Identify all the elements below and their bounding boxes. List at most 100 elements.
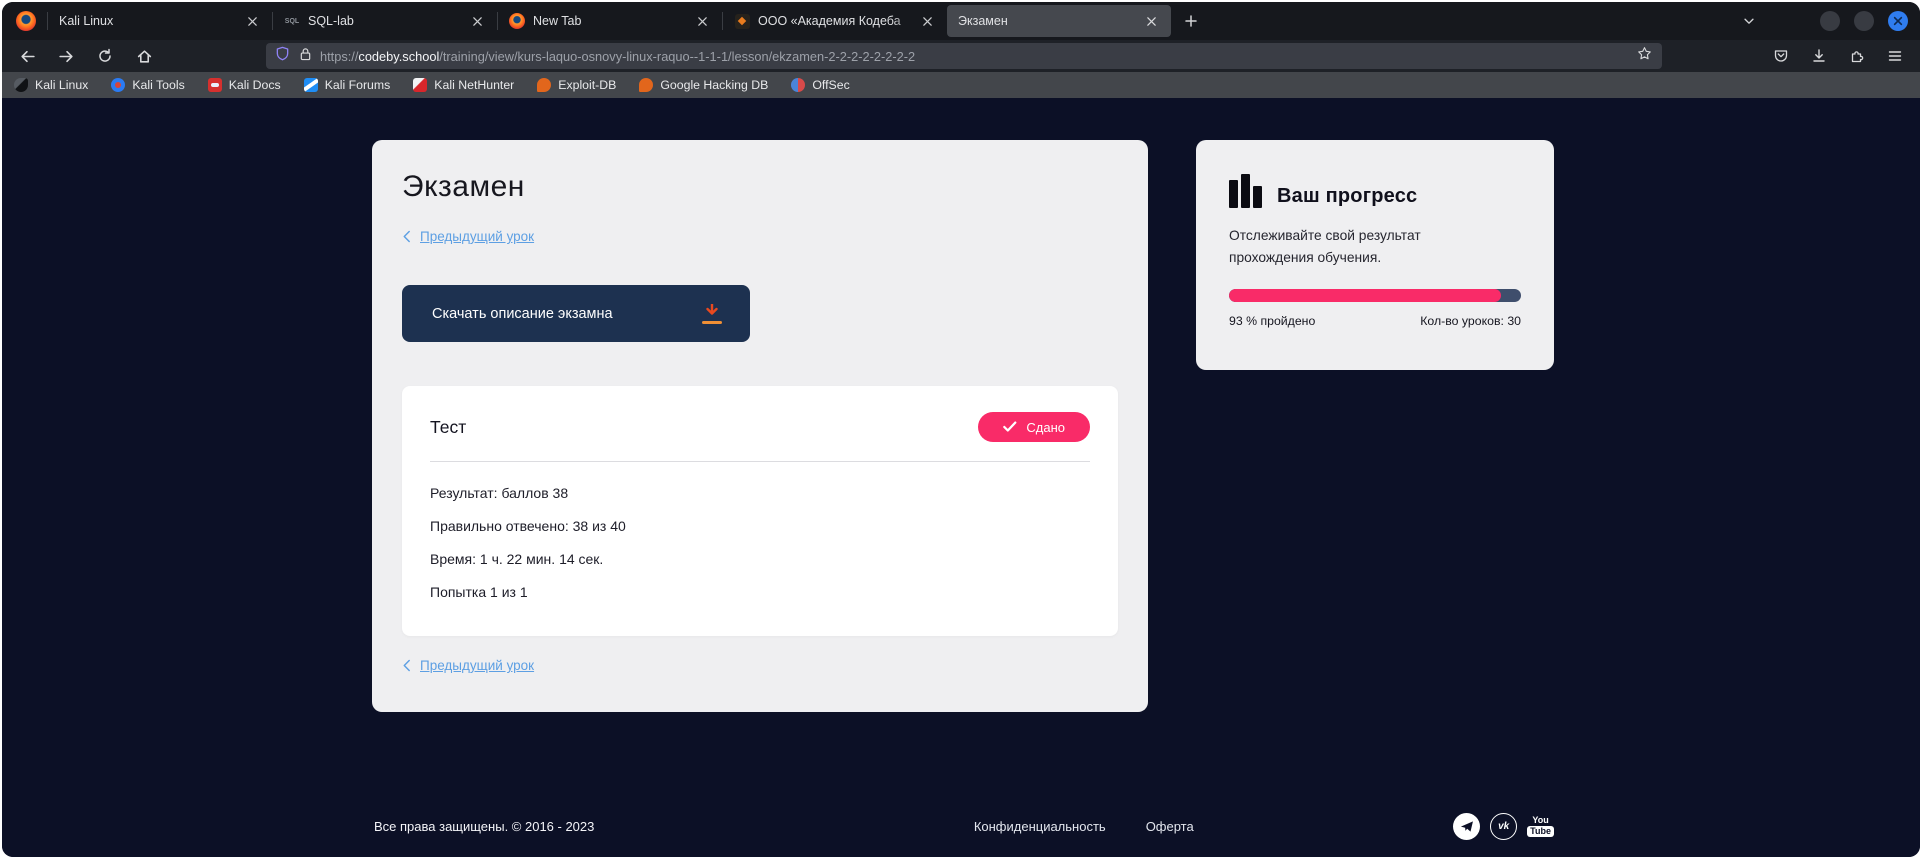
close-window-button[interactable] (1888, 11, 1908, 31)
page-content: Экзамен Предыдущий урок Скачать описание… (2, 98, 1920, 857)
lock-icon[interactable] (299, 47, 312, 66)
tracking-protection-shield-icon[interactable] (275, 46, 290, 66)
url-bar[interactable]: https://codeby.school/training/view/kurs… (266, 43, 1662, 69)
google-hacking-db-icon (639, 78, 653, 92)
codeby-favicon (734, 13, 750, 29)
firefox-favicon (509, 13, 525, 29)
tab-bar: Kali Linux SQL SQL-lab New Tab ООО «Акад… (2, 2, 1920, 40)
youtube-label-top: You (1532, 816, 1548, 825)
offsec-icon (791, 78, 805, 92)
tab-title: Экзамен (958, 14, 1140, 28)
telegram-icon[interactable] (1453, 813, 1480, 840)
result-score-line: Результат: баллов 38 (430, 485, 1090, 501)
browser-window: Kali Linux SQL SQL-lab New Tab ООО «Акад… (0, 0, 1922, 859)
progress-percent-label: 93 % пройдено (1229, 314, 1315, 328)
progress-fill (1229, 289, 1501, 302)
maximize-button[interactable] (1854, 11, 1874, 31)
new-tab-button[interactable] (1177, 7, 1205, 35)
vk-icon[interactable]: vk (1490, 813, 1517, 840)
youtube-icon[interactable]: You Tube (1527, 816, 1554, 837)
bookmark-label: Kali NetHunter (434, 78, 514, 92)
chevron-left-icon (402, 230, 411, 243)
reload-button[interactable] (96, 47, 114, 65)
bookmark-label: Kali Tools (132, 78, 184, 92)
progress-card: Ваш прогресс Отслеживайте свой результат… (1196, 140, 1554, 370)
bookmark-label: Exploit-DB (558, 78, 616, 92)
passed-badge-label: Сдано (1026, 420, 1065, 435)
privacy-link[interactable]: Конфиденциальность (974, 819, 1106, 834)
navigation-toolbar: https://codeby.school/training/view/kurs… (2, 40, 1920, 72)
tab-akademiya-codeby[interactable]: ООО «Академия Кодеба (723, 5, 947, 37)
tab-ekzamen[interactable]: Экзамен (947, 5, 1171, 37)
progress-bar (1229, 289, 1521, 302)
copyright-text: Все права защищены. © 2016 - 2023 (374, 819, 594, 834)
attempt-line: Попытка 1 из 1 (430, 584, 1090, 600)
bookmark-kali-docs[interactable]: Kali Docs (208, 78, 281, 92)
sql-favicon: SQL (284, 13, 300, 29)
download-icon (702, 304, 722, 324)
tab-sql-lab[interactable]: SQL SQL-lab (273, 5, 497, 37)
list-all-tabs-button[interactable] (1736, 8, 1762, 34)
url-text: https://codeby.school/training/view/kurs… (320, 49, 1637, 64)
close-tab-icon[interactable] (1140, 10, 1162, 32)
vk-label: vk (1498, 821, 1509, 832)
bookmark-star-icon[interactable] (1637, 46, 1652, 66)
tab-title: New Tab (533, 14, 691, 28)
forward-button[interactable] (57, 47, 75, 65)
kali-tools-icon (111, 78, 125, 92)
close-tab-icon[interactable] (916, 10, 938, 32)
passed-badge: Сдано (978, 412, 1090, 442)
bookmark-label: OffSec (812, 78, 849, 92)
previous-lesson-label: Предыдущий урок (420, 658, 534, 673)
bookmark-kali-tools[interactable]: Kali Tools (111, 78, 184, 92)
previous-lesson-link-top[interactable]: Предыдущий урок (402, 229, 534, 244)
offer-link[interactable]: Оферта (1146, 819, 1194, 834)
tab-title: SQL-lab (308, 14, 466, 28)
minimize-button[interactable] (1820, 11, 1840, 31)
menu-hamburger-icon[interactable] (1886, 47, 1904, 65)
extensions-puzzle-icon[interactable] (1848, 47, 1866, 65)
bookmarks-toolbar: Kali Linux Kali Tools Kali Docs Kali For… (2, 72, 1920, 98)
bookmark-google-hacking-db[interactable]: Google Hacking DB (639, 78, 768, 92)
close-tab-icon[interactable] (691, 10, 713, 32)
bookmark-kali-forums[interactable]: Kali Forums (304, 78, 391, 92)
footer: Все права защищены. © 2016 - 2023 Конфид… (374, 804, 1554, 848)
bookmark-label: Kali Docs (229, 78, 281, 92)
youtube-label-bottom: Tube (1527, 826, 1554, 837)
bookmark-label: Kali Linux (35, 78, 88, 92)
previous-lesson-label: Предыдущий урок (420, 229, 534, 244)
bookmark-kali-nethunter[interactable]: Kali NetHunter (413, 78, 514, 92)
correct-answers-line: Правильно отвечено: 38 из 40 (430, 518, 1090, 534)
tab-kali-linux[interactable]: Kali Linux (48, 5, 272, 37)
download-exam-description-button[interactable]: Скачать описание экзамна (402, 285, 750, 342)
bookmark-exploit-db[interactable]: Exploit-DB (537, 78, 616, 92)
close-tab-icon[interactable] (241, 10, 263, 32)
tab-title: ООО «Академия Кодеба (758, 14, 916, 28)
tab-title: Kali Linux (59, 14, 241, 28)
kali-forums-icon (304, 78, 318, 92)
test-title: Тест (430, 417, 466, 438)
pocket-icon[interactable] (1772, 47, 1790, 65)
close-tab-icon[interactable] (466, 10, 488, 32)
bookmark-kali-linux[interactable]: Kali Linux (14, 78, 88, 92)
tab-new-tab[interactable]: New Tab (498, 5, 722, 37)
kali-nethunter-icon (413, 78, 427, 92)
bookmark-label: Kali Forums (325, 78, 391, 92)
chevron-left-icon (402, 659, 411, 672)
kali-docs-icon (208, 78, 222, 92)
back-button[interactable] (18, 47, 36, 65)
time-line: Время: 1 ч. 22 мин. 14 сек. (430, 551, 1090, 567)
exploit-db-icon (537, 78, 551, 92)
progress-title: Ваш прогресс (1277, 185, 1417, 208)
download-button-label: Скачать описание экзамна (432, 306, 613, 322)
firefox-icon (16, 11, 36, 31)
checkmark-icon (1003, 421, 1017, 433)
downloads-icon[interactable] (1810, 47, 1828, 65)
exam-card: Экзамен Предыдущий урок Скачать описание… (372, 140, 1148, 712)
page-title: Экзамен (402, 170, 1118, 204)
bookmark-offsec[interactable]: OffSec (791, 78, 849, 92)
home-button[interactable] (135, 47, 153, 65)
previous-lesson-link-bottom[interactable]: Предыдущий урок (402, 658, 534, 673)
test-result-card: Тест Сдано Результат: баллов 38 Правильн… (402, 386, 1118, 636)
divider (430, 461, 1090, 462)
